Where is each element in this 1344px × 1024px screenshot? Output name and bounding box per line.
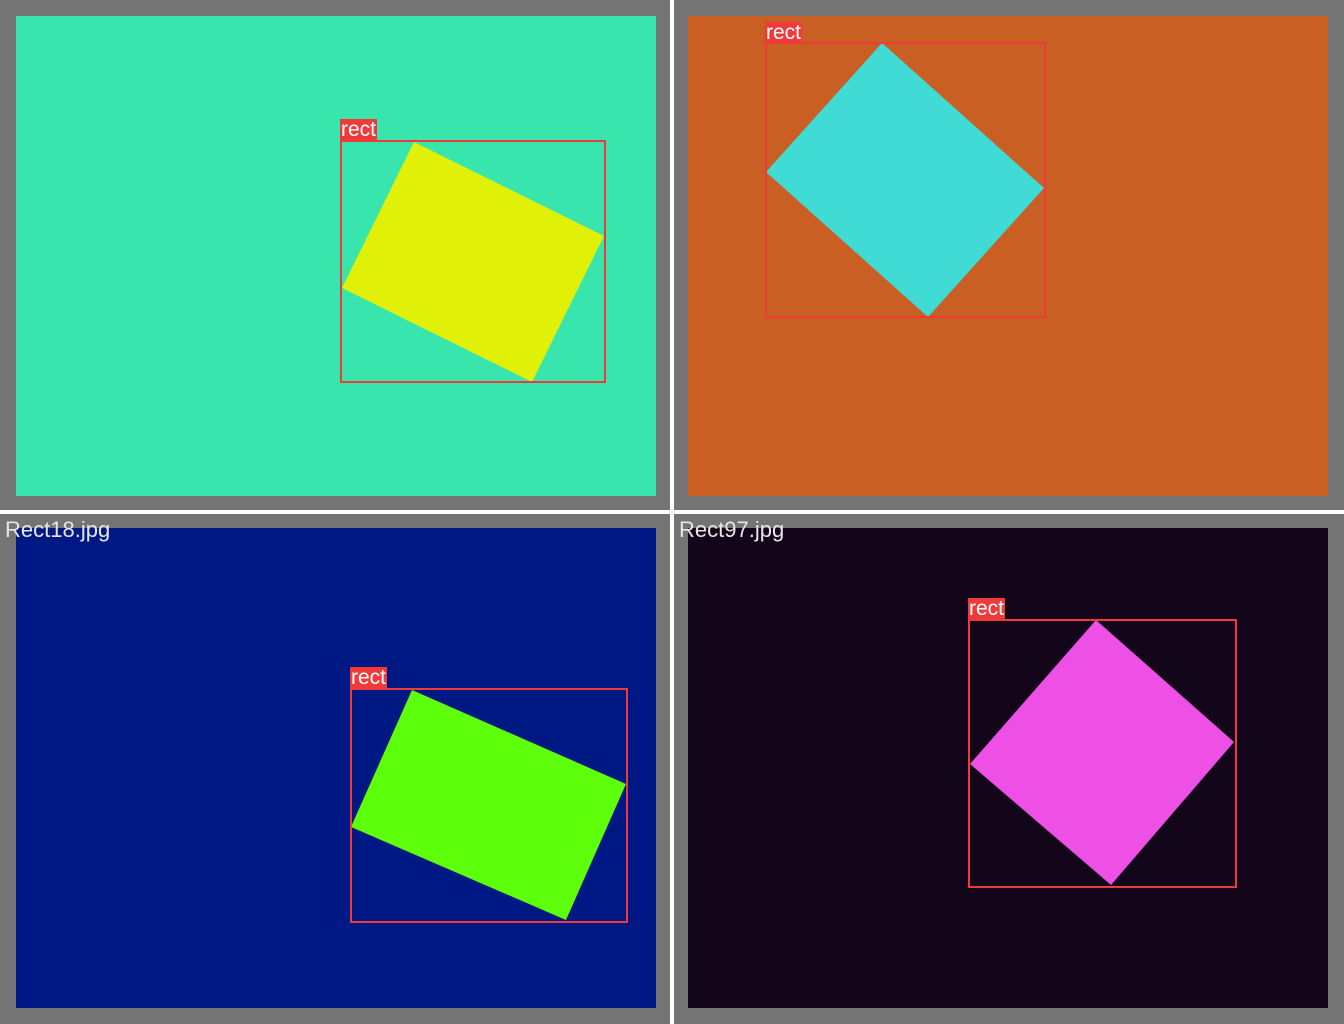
image-canvas: rect — [688, 528, 1328, 1008]
detection-label: rect — [765, 21, 803, 44]
image-canvas: rect — [16, 16, 656, 496]
filename-caption: Rect18.jpg — [5, 517, 111, 542]
detection-box[interactable] — [765, 42, 1046, 318]
detection-label: rect — [350, 666, 388, 689]
image-tile-4[interactable]: Rect97.jpg rect — [674, 514, 1344, 1024]
detection-label: rect — [340, 118, 378, 141]
filename-caption: Rect97.jpg — [679, 517, 785, 542]
detection-label: rect — [968, 597, 1006, 620]
detection-box[interactable] — [350, 688, 628, 923]
image-tile-1[interactable]: rect — [0, 0, 670, 510]
detection-box[interactable] — [340, 140, 606, 383]
image-canvas: rect — [688, 16, 1328, 496]
image-tile-2[interactable]: rect — [674, 0, 1344, 510]
image-tile-3[interactable]: Rect18.jpg rect — [0, 514, 670, 1024]
image-canvas: rect — [16, 528, 656, 1008]
detection-box[interactable] — [968, 619, 1237, 888]
